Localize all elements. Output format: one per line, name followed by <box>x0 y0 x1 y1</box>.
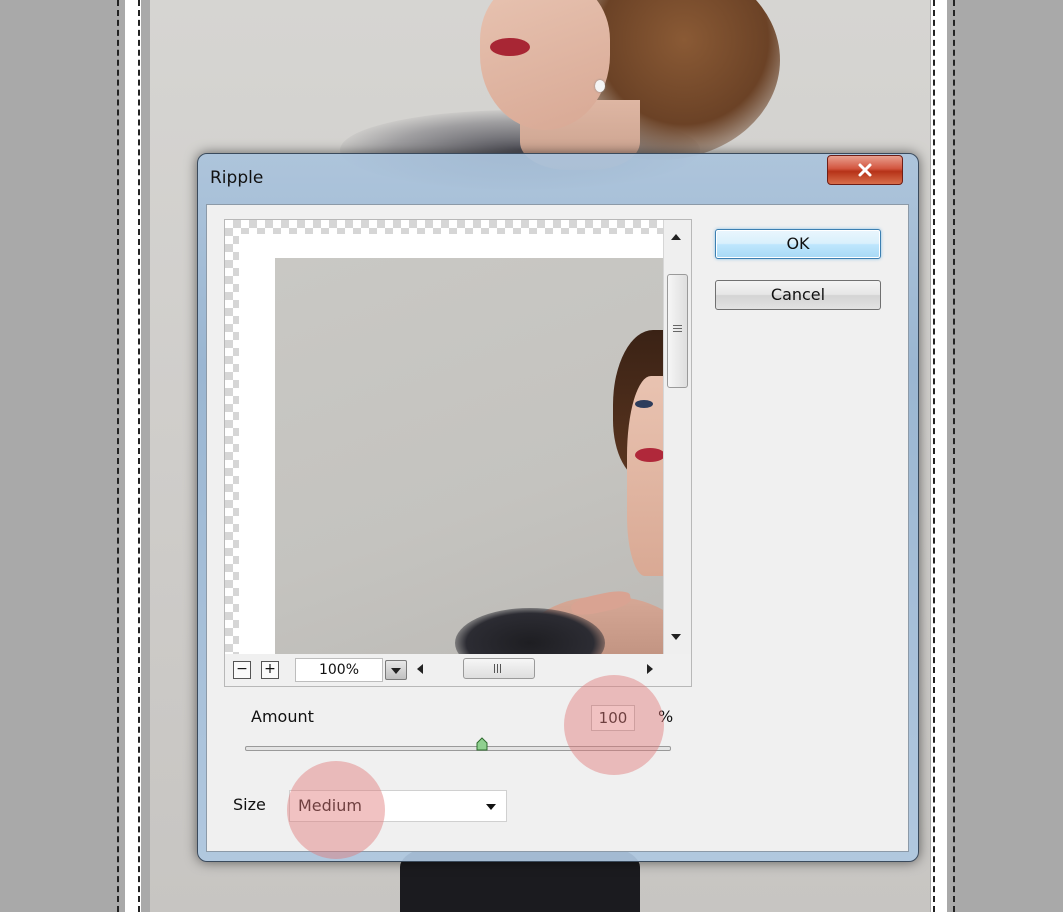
size-label: Size <box>233 795 266 814</box>
close-button[interactable] <box>827 155 903 185</box>
close-icon <box>858 163 872 177</box>
scroll-right-arrow-icon[interactable] <box>647 664 653 674</box>
preview-vertical-scrollbar[interactable] <box>663 220 691 654</box>
zoom-out-button[interactable]: − <box>233 661 251 679</box>
scroll-grip-icon <box>673 325 682 326</box>
dialog-titlebar[interactable]: Ripple <box>198 154 918 202</box>
selection-border-left-inner <box>138 0 140 912</box>
ok-button[interactable]: OK <box>715 229 881 259</box>
selection-border-right-outer <box>953 0 955 912</box>
horizontal-scroll-thumb[interactable] <box>463 658 535 679</box>
amount-label: Amount <box>251 707 314 726</box>
zoom-dropdown-button[interactable] <box>385 660 407 680</box>
scroll-left-arrow-icon[interactable] <box>417 664 423 674</box>
cancel-button[interactable]: Cancel <box>715 280 881 310</box>
amount-highlight-circle <box>564 675 664 775</box>
preview-image[interactable] <box>275 258 663 654</box>
zoom-out-icon: − <box>236 661 248 677</box>
scroll-grip-horizontal-icon <box>494 664 495 673</box>
size-highlight-circle <box>287 761 385 859</box>
canvas-lips <box>490 38 530 56</box>
ripple-dialog: Ripple − + 100% OK Cancel Amount 100 % S… <box>197 153 919 862</box>
filter-preview[interactable]: − + 100% <box>224 219 692 687</box>
zoom-in-button[interactable]: + <box>261 661 279 679</box>
selection-border-left-outer <box>117 0 119 912</box>
vertical-scroll-thumb[interactable] <box>667 274 688 388</box>
selection-border-right-inner <box>933 0 935 912</box>
canvas-earring <box>595 80 605 92</box>
scroll-up-arrow-icon[interactable] <box>671 234 681 240</box>
zoom-in-icon: + <box>264 661 276 677</box>
slider-thumb-icon[interactable] <box>476 737 488 751</box>
dropdown-arrow-icon <box>486 804 496 810</box>
preview-eye <box>635 400 653 408</box>
scroll-down-arrow-icon[interactable] <box>671 634 681 640</box>
zoom-level-field[interactable]: 100% <box>295 658 383 682</box>
dialog-client-area: − + 100% OK Cancel Amount 100 % Size Med… <box>206 204 909 859</box>
preview-lips <box>635 448 663 462</box>
dialog-title: Ripple <box>210 168 264 188</box>
